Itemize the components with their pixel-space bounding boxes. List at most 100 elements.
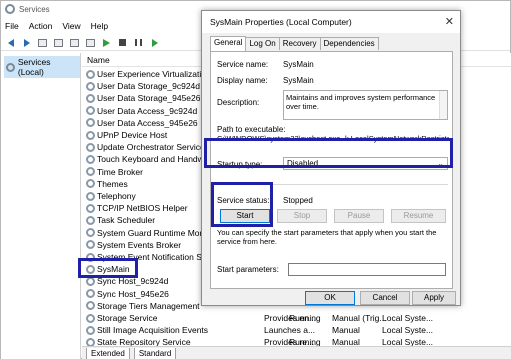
service-name-cell: Still Image Acquisition Events [97,325,209,336]
menu-action[interactable]: Action [29,21,53,31]
properties-dialog: SysMain Properties (Local Computer) ✕ Ge… [201,10,461,306]
console-tree: Services (Local) [1,53,81,359]
display-name-value: SysMain [283,76,314,85]
table-row[interactable]: Storage Service Provides en... Running Manu… [82,312,511,324]
startup-type-dropdown[interactable]: Disabled ⌄ [283,157,448,170]
service-gear-icon [86,313,95,323]
stop-service-button[interactable] [117,37,128,48]
cancel-button[interactable]: Cancel [360,291,410,305]
service-name-cell: Storage Tiers Management [97,300,200,311]
forward-button[interactable] [21,37,32,48]
start-service-button[interactable] [101,37,112,48]
service-name-cell: User Data Storage_9c924d [97,81,201,92]
stop-button[interactable]: Stop [277,209,327,223]
pause-service-button[interactable] [133,37,144,48]
back-arrow-icon [7,38,14,47]
service-name-cell: User Data Access_9c924d [97,105,198,116]
path-label: Path to executable: [217,125,286,134]
tab-recovery[interactable]: Recovery [278,37,321,50]
services-local-label: Services (Local) [17,57,51,77]
view-tabs: Extended Standard [82,346,511,359]
service-gear-icon [86,130,95,140]
service-name-cell: Themes [97,178,128,189]
start-parameters-input[interactable] [288,263,446,276]
service-name-cell: Sync Host_945e26 [97,288,169,299]
tab-extended[interactable]: Extended [86,348,130,359]
service-gear-icon [86,337,95,346]
help-button[interactable] [85,37,96,48]
service-gear-icon [86,81,95,91]
dialog-titlebar: SysMain Properties (Local Computer) ✕ [202,11,460,33]
dialog-title: SysMain Properties (Local Computer) [210,17,352,27]
service-gear-icon [86,325,95,335]
description-label: Description: [217,98,260,107]
stop-icon [119,39,126,46]
service-name-cell: System Event Notification Service [97,252,212,262]
export-list-button[interactable] [69,37,80,48]
services-gear-icon [5,4,15,14]
menu-help[interactable]: Help [91,21,108,31]
service-gear-icon [86,240,95,250]
service-name-cell: User Experience Virtualization Ser [97,69,212,79]
startup-type-value: Disabled [287,159,319,168]
close-icon[interactable]: ✕ [445,15,454,28]
service-gear-icon [86,69,95,79]
service-name-cell: UPnP Device Host [97,130,168,140]
pause-icon [135,39,142,46]
pause-button[interactable]: Pause [334,209,384,223]
tab-general[interactable]: General [210,36,247,51]
service-name-label: Service name: [217,60,269,69]
service-startup-type-cell: Manual [332,325,360,336]
table-row[interactable]: State Repository Service Provides re... Ru… [82,336,511,346]
properties-button[interactable] [53,37,64,48]
properties-icon [54,38,63,47]
service-logon-cell: Local Syste... [382,313,434,323]
apply-button[interactable]: Apply [412,291,456,305]
start-button[interactable]: Start [220,209,270,223]
service-status-value: Stopped [283,196,313,205]
service-gear-icon [86,154,95,164]
tab-dependencies[interactable]: Dependencies [319,37,379,50]
resume-button[interactable]: Resume [391,209,446,223]
show-hide-tree-button[interactable] [37,37,48,48]
help-icon [86,38,95,47]
startup-type-label: Startup type: [217,160,263,169]
tab-log-on[interactable]: Log On [245,37,280,50]
description-scrollbar[interactable] [439,91,447,119]
menu-file[interactable]: File [5,21,19,31]
restart-icon [151,38,158,47]
service-name-value: SysMain [283,60,314,69]
services-local-node[interactable]: Services (Local) [4,56,80,78]
path-value: C:\WINDOWS\system32\svchost.exe -k Local… [217,134,449,143]
service-gear-icon [86,252,95,262]
ok-button[interactable]: OK [305,291,355,305]
general-tab-panel: Service name: SysMain Display name: SysM… [210,51,453,289]
service-status-cell: Running [289,313,321,323]
service-name-cell: Sync Host_9c924d [97,276,169,287]
menu-view[interactable]: View [62,21,80,31]
service-gear-icon [86,215,95,225]
tab-standard[interactable]: Standard [133,348,177,359]
table-row[interactable]: Still Image Acquisition Events Launches a… [82,324,511,336]
service-name-cell: Time Broker [97,166,143,177]
separator [217,184,448,185]
service-name-cell: Touch Keyboard and Handwriting [97,154,212,165]
back-button[interactable] [5,37,16,48]
window-title: Services [19,4,50,14]
restart-service-button[interactable] [149,37,160,48]
description-box[interactable]: Maintains and improves system performanc… [283,90,448,120]
service-name-cell: TCP/IP NetBIOS Helper [97,203,188,214]
service-gear-icon [86,276,95,286]
service-status-cell: Running [289,337,321,346]
column-header-name[interactable]: Name [87,55,110,65]
service-name-cell: User Data Storage_945e26 [97,93,201,104]
service-startup-type-cell: Manual (Trig... [332,313,387,323]
description-text: Maintains and improves system performanc… [286,93,436,111]
gear-icon [6,62,15,72]
service-gear-icon [86,118,95,128]
service-name-cell: Storage Service [97,313,158,323]
start-parameters-label: Start parameters: [217,265,279,274]
service-name-cell: State Repository Service [97,337,191,346]
service-gear-icon [86,301,95,311]
service-gear-icon [86,203,95,213]
